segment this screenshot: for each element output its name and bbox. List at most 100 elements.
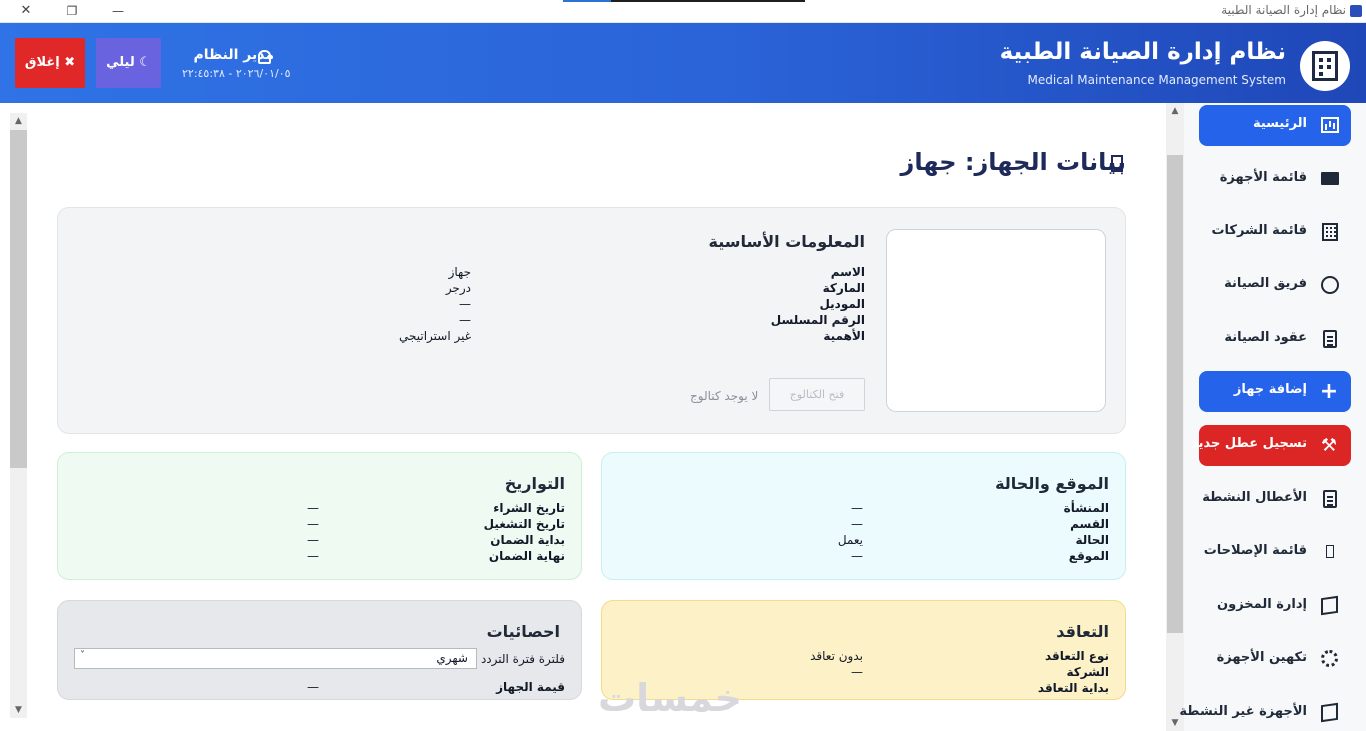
sidebar-item-inventory[interactable]: إدارة المخزون	[1199, 586, 1351, 627]
sidebar-item-repairs[interactable]: قائمة الإصلاحات	[1199, 532, 1351, 573]
brand-value: درجر	[445, 281, 471, 295]
warranty-end-value: —	[307, 549, 319, 563]
chevron-down-icon: ˅	[80, 650, 85, 661]
model-value: —	[459, 297, 471, 311]
app-subtitle: Medical Maintenance Management System	[1027, 73, 1287, 87]
sidebar-item-label: فريق الصيانة	[1224, 276, 1307, 291]
night-mode-label: ليلي	[106, 55, 135, 70]
current-datetime: ٢٠٢٦/٠١/٠٥ - ٢٢:٤٥:٣٨	[182, 67, 291, 80]
sidebar-item-add-device[interactable]: + إضافة جهاز	[1199, 371, 1351, 412]
logout-close-button[interactable]: ✖ إغلاق	[15, 38, 85, 88]
monitor-icon	[1321, 172, 1339, 185]
sidebar-scroll-up-arrow[interactable]: ▲	[1166, 103, 1184, 119]
night-mode-button[interactable]: ☾ ليلي	[96, 38, 161, 88]
device-value-label: قيمة الجهاز	[496, 680, 565, 694]
scroll-up-arrow[interactable]: ▲	[10, 113, 27, 129]
location-status-card: الموقع والحالة المنشأة — القسم — الحالة …	[601, 452, 1126, 580]
plus-icon: +	[1319, 379, 1339, 404]
content-scrollbar[interactable]: ▲ ▼	[10, 113, 27, 718]
frequency-filter-value: شهري	[436, 651, 468, 665]
box-icon	[1321, 702, 1338, 723]
window-minimize-button[interactable]: —	[108, 2, 128, 20]
scroll-thumb[interactable]	[10, 130, 27, 468]
sidebar-item-maintenance-team[interactable]: فريق الصيانة	[1199, 265, 1351, 306]
scroll-down-arrow[interactable]: ▼	[10, 702, 27, 718]
location-status-title: الموقع والحالة	[995, 474, 1109, 493]
sidebar-item-label: إضافة جهاز	[1233, 382, 1307, 397]
location-value: —	[851, 549, 863, 563]
device-image-placeholder[interactable]	[886, 229, 1106, 412]
window-maximize-button[interactable]: ❐	[62, 2, 82, 20]
no-catalog-text: لا يوجد كتالوج	[690, 389, 759, 403]
sidebar-item-label: قائمة الإصلاحات	[1203, 543, 1307, 558]
moon-icon: ☾	[139, 55, 151, 70]
statistics-title: احصائيات	[486, 622, 560, 641]
sidebar-item-home[interactable]: الرئيسية	[1199, 105, 1351, 146]
facility-label: المنشأة	[1063, 501, 1109, 515]
frequency-filter-label: فلترة فترة التردد	[480, 652, 565, 666]
importance-label: الأهمية	[823, 329, 865, 343]
user-icon	[258, 50, 271, 64]
contract-type-label: نوع التعاقد	[1045, 649, 1109, 663]
serial-value: —	[459, 313, 471, 327]
sidebar-item-label: إدارة المخزون	[1217, 597, 1307, 612]
dates-title: التواريخ	[504, 474, 565, 493]
open-catalog-button[interactable]: فتح الكتالوج	[769, 378, 865, 411]
app-icon	[1350, 5, 1362, 17]
importance-value: غير استراتيجي	[398, 329, 471, 343]
close-icon: ✖	[64, 55, 76, 70]
sidebar-item-label: الأجهزة غير النشطة	[1179, 704, 1307, 719]
warranty-start-value: —	[307, 533, 319, 547]
facility-value: —	[851, 501, 863, 515]
status-value: يعمل	[837, 533, 863, 547]
name-value: جهاز	[448, 265, 471, 279]
brand-label: الماركة	[822, 281, 865, 295]
frequency-filter-select[interactable]: شهري ˅	[74, 648, 477, 669]
sidebar-item-inactive-devices[interactable]: الأجهزة غير النشطة	[1179, 693, 1351, 731]
window-title: نظام إدارة الصيانة الطبية	[1221, 3, 1346, 17]
sidebar-item-label: قائمة الأجهزة	[1219, 170, 1307, 185]
sidebar-item-scrap-devices[interactable]: تكهين الأجهزة	[1199, 639, 1351, 680]
sidebar-scroll-thumb[interactable]	[1167, 155, 1183, 633]
contract-company-label: الشركة	[1066, 665, 1109, 679]
device-value-value: —	[307, 680, 319, 694]
basic-info-title: المعلومات الأساسية	[708, 232, 865, 251]
model-label: الموديل	[819, 297, 865, 311]
tools-icon: ⚒	[1320, 435, 1338, 456]
operation-date-value: —	[307, 517, 319, 531]
sidebar-item-new-fault[interactable]: ⚒ تسجيل عطل جديد	[1191, 425, 1351, 466]
chart-icon	[1321, 117, 1339, 133]
titlebar-accent-highlight	[563, 0, 611, 2]
page-title: بيانات الجهاز: جهاز	[900, 148, 1126, 176]
location-label: الموقع	[1068, 549, 1109, 563]
phone-icon	[1326, 545, 1334, 558]
purchase-date-value: —	[307, 501, 319, 515]
warranty-start-label: بداية الضمان	[490, 533, 565, 547]
sidebar-item-contracts[interactable]: عقود الصيانة	[1199, 319, 1351, 360]
sidebar-item-label: الرئيسية	[1252, 116, 1307, 131]
window-close-button[interactable]: ✕	[16, 2, 36, 20]
sidebar: الرئيسية قائمة الأجهزة قائمة الشركات فري…	[1179, 103, 1366, 731]
sidebar-item-label: تكهين الأجهزة	[1216, 650, 1307, 665]
operation-date-label: تاريخ التشغيل	[483, 517, 565, 531]
sidebar-item-active-faults[interactable]: الأعطال النشطة	[1199, 479, 1351, 520]
sidebar-item-label: قائمة الشركات	[1211, 223, 1307, 238]
app-title: نظام إدارة الصيانة الطبية	[999, 39, 1286, 65]
technician-icon	[1321, 276, 1339, 294]
sidebar-item-label: الأعطال النشطة	[1202, 490, 1307, 505]
hospital-building-icon	[1300, 41, 1350, 91]
app-header: نظام إدارة الصيانة الطبية Medical Mainte…	[0, 23, 1366, 103]
dates-card: التواريخ تاريخ الشراء — تاريخ التشغيل — …	[57, 452, 582, 580]
name-label: الاسم	[830, 265, 865, 279]
contract-title: التعاقد	[1056, 622, 1109, 641]
statistics-card: احصائيات فلترة فترة التردد شهري ˅ قيمة ا…	[57, 600, 582, 700]
gear-icon	[1321, 650, 1338, 667]
close-button-label: إغلاق	[24, 55, 60, 70]
sidebar-item-devices[interactable]: قائمة الأجهزة	[1199, 159, 1351, 200]
sidebar-scrollbar[interactable]: ▲ ▼	[1166, 103, 1184, 731]
sidebar-item-companies[interactable]: قائمة الشركات	[1199, 212, 1351, 253]
basic-info-card: المعلومات الأساسية الاسم جهاز الماركة در…	[57, 207, 1126, 434]
sidebar-item-label: عقود الصيانة	[1224, 330, 1307, 345]
clipboard-icon	[1323, 330, 1337, 348]
contract-start-label: بداية التعاقد	[1037, 681, 1109, 695]
